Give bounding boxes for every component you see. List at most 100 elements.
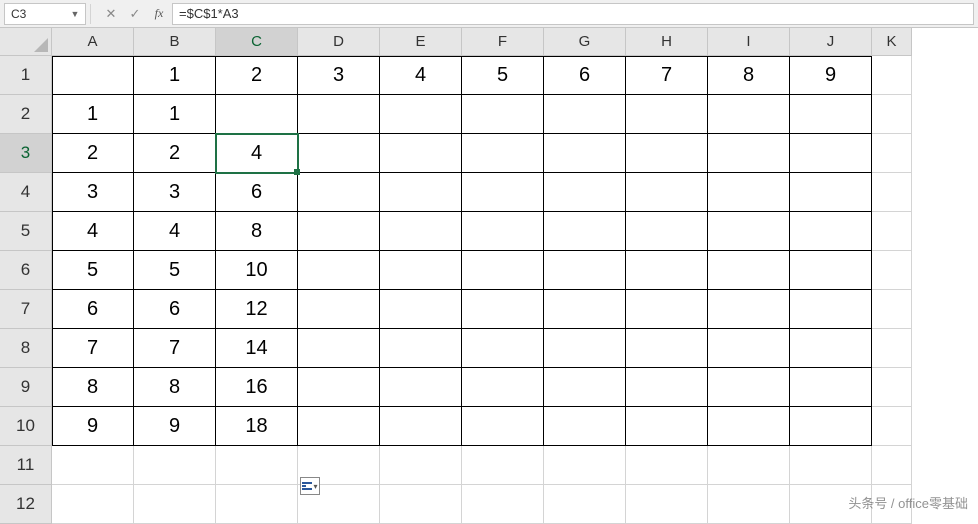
cell-C3[interactable]: 4 <box>216 134 298 173</box>
cell-B8[interactable]: 7 <box>134 329 216 368</box>
cell-H10[interactable] <box>626 407 708 446</box>
cell-G4[interactable] <box>544 173 626 212</box>
col-head-I[interactable]: I <box>708 28 790 56</box>
row-head-8[interactable]: 8 <box>0 329 52 368</box>
row-head-11[interactable]: 11 <box>0 446 52 485</box>
cell-D4[interactable] <box>298 173 380 212</box>
cell-H5[interactable] <box>626 212 708 251</box>
fx-icon[interactable]: fx <box>148 3 170 25</box>
cell-C6[interactable]: 10 <box>216 251 298 290</box>
col-head-H[interactable]: H <box>626 28 708 56</box>
cell-H9[interactable] <box>626 368 708 407</box>
cell-G11[interactable] <box>544 446 626 485</box>
cell-K11[interactable] <box>872 446 912 485</box>
name-box[interactable]: C3 ▼ <box>4 3 86 25</box>
cell-H8[interactable] <box>626 329 708 368</box>
cell-I11[interactable] <box>708 446 790 485</box>
cell-I9[interactable] <box>708 368 790 407</box>
cell-A8[interactable]: 7 <box>52 329 134 368</box>
cell-B2[interactable]: 1 <box>134 95 216 134</box>
cell-E10[interactable] <box>380 407 462 446</box>
cell-K9[interactable] <box>872 368 912 407</box>
cell-D8[interactable] <box>298 329 380 368</box>
cell-F3[interactable] <box>462 134 544 173</box>
fill-handle[interactable] <box>294 169 300 175</box>
cell-C5[interactable]: 8 <box>216 212 298 251</box>
cell-D1[interactable]: 3 <box>298 56 380 95</box>
chevron-down-icon[interactable]: ▼ <box>67 6 83 22</box>
autofill-options-button[interactable] <box>300 477 320 495</box>
cell-A2[interactable]: 1 <box>52 95 134 134</box>
cell-E7[interactable] <box>380 290 462 329</box>
row-head-7[interactable]: 7 <box>0 290 52 329</box>
cell-K10[interactable] <box>872 407 912 446</box>
col-head-D[interactable]: D <box>298 28 380 56</box>
row-head-5[interactable]: 5 <box>0 212 52 251</box>
cell-F6[interactable] <box>462 251 544 290</box>
cell-C1[interactable]: 2 <box>216 56 298 95</box>
cell-H1[interactable]: 7 <box>626 56 708 95</box>
cell-D2[interactable] <box>298 95 380 134</box>
cell-G10[interactable] <box>544 407 626 446</box>
cell-F4[interactable] <box>462 173 544 212</box>
cell-K7[interactable] <box>872 290 912 329</box>
cell-I12[interactable] <box>708 485 790 524</box>
cell-K4[interactable] <box>872 173 912 212</box>
cell-J1[interactable]: 9 <box>790 56 872 95</box>
cell-C4[interactable]: 6 <box>216 173 298 212</box>
cell-C11[interactable] <box>216 446 298 485</box>
cell-A5[interactable]: 4 <box>52 212 134 251</box>
formula-input[interactable]: =$C$1*A3 <box>172 3 974 25</box>
cell-C10[interactable]: 18 <box>216 407 298 446</box>
col-head-J[interactable]: J <box>790 28 872 56</box>
cell-G8[interactable] <box>544 329 626 368</box>
cell-J4[interactable] <box>790 173 872 212</box>
cell-G7[interactable] <box>544 290 626 329</box>
cell-H4[interactable] <box>626 173 708 212</box>
cell-A9[interactable]: 8 <box>52 368 134 407</box>
row-head-2[interactable]: 2 <box>0 95 52 134</box>
cell-E9[interactable] <box>380 368 462 407</box>
cell-C12[interactable] <box>216 485 298 524</box>
row-head-1[interactable]: 1 <box>0 56 52 95</box>
cell-E6[interactable] <box>380 251 462 290</box>
cell-B3[interactable]: 2 <box>134 134 216 173</box>
cell-F7[interactable] <box>462 290 544 329</box>
cell-G2[interactable] <box>544 95 626 134</box>
row-head-12[interactable]: 12 <box>0 485 52 524</box>
cancel-icon[interactable]: ✕ <box>100 3 122 25</box>
col-head-F[interactable]: F <box>462 28 544 56</box>
col-head-G[interactable]: G <box>544 28 626 56</box>
cell-C8[interactable]: 14 <box>216 329 298 368</box>
enter-icon[interactable]: ✓ <box>124 3 146 25</box>
cell-F5[interactable] <box>462 212 544 251</box>
cell-A11[interactable] <box>52 446 134 485</box>
row-head-9[interactable]: 9 <box>0 368 52 407</box>
cell-E5[interactable] <box>380 212 462 251</box>
cell-J2[interactable] <box>790 95 872 134</box>
cell-B9[interactable]: 8 <box>134 368 216 407</box>
cell-K3[interactable] <box>872 134 912 173</box>
cell-J3[interactable] <box>790 134 872 173</box>
cell-A10[interactable]: 9 <box>52 407 134 446</box>
col-head-A[interactable]: A <box>52 28 134 56</box>
cell-D7[interactable] <box>298 290 380 329</box>
cell-D10[interactable] <box>298 407 380 446</box>
cell-E2[interactable] <box>380 95 462 134</box>
cell-G5[interactable] <box>544 212 626 251</box>
cell-C9[interactable]: 16 <box>216 368 298 407</box>
cell-F9[interactable] <box>462 368 544 407</box>
cell-K2[interactable] <box>872 95 912 134</box>
col-head-E[interactable]: E <box>380 28 462 56</box>
cell-G1[interactable]: 6 <box>544 56 626 95</box>
cell-H11[interactable] <box>626 446 708 485</box>
cell-F10[interactable] <box>462 407 544 446</box>
cell-E3[interactable] <box>380 134 462 173</box>
cell-J9[interactable] <box>790 368 872 407</box>
cell-A7[interactable]: 6 <box>52 290 134 329</box>
cell-D3[interactable] <box>298 134 380 173</box>
cell-C2[interactable] <box>216 95 298 134</box>
cell-A3[interactable]: 2 <box>52 134 134 173</box>
cell-F1[interactable]: 5 <box>462 56 544 95</box>
cell-F11[interactable] <box>462 446 544 485</box>
